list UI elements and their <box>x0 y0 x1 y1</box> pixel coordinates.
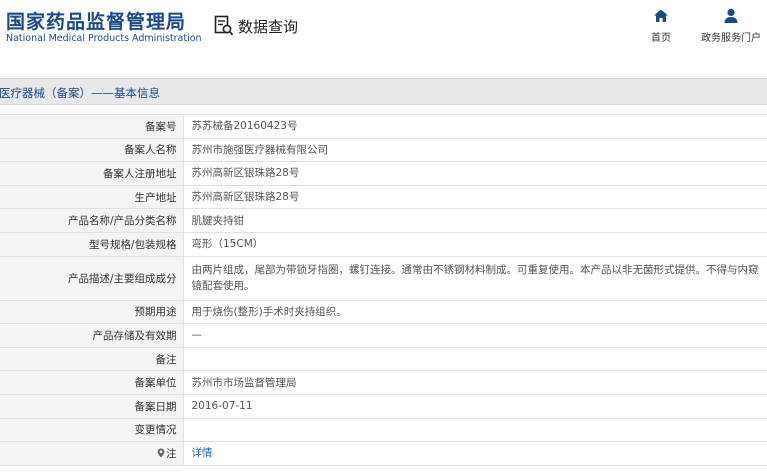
table-row: 产品存储及有效期 — <box>0 323 767 348</box>
field-label: 预期用途 <box>0 300 184 325</box>
data-query-link[interactable]: 数据查询 <box>214 14 298 38</box>
table-row: 备案日期 2016-07-11 <box>0 394 767 419</box>
field-value: 苏州市市场监督管理局 <box>183 370 767 395</box>
table-row: 备案单位 苏州市市场监督管理局 <box>0 370 767 395</box>
field-label: 备案日期 <box>0 394 184 419</box>
field-value: 苏州高新区银珠路28号 <box>183 161 767 186</box>
table-row: 产品描述/主要组成成分 由两片组成，尾部为带锁牙指圈，螺钉连接。通常由不锈钢材料… <box>0 256 767 301</box>
field-value: 弯形（15CM） <box>183 232 767 257</box>
table-row: 备案号 苏苏械备20160423号 <box>0 114 767 139</box>
field-label: 备案人名称 <box>0 138 184 163</box>
data-query-label: 数据查询 <box>238 17 299 36</box>
field-value: 苏州高新区银珠路28号 <box>183 185 767 210</box>
field-value: 肌腱夹持钳 <box>183 208 767 233</box>
table-row: 备注 <box>0 347 767 372</box>
detail-link[interactable]: 详情 <box>192 447 213 459</box>
field-label: 注 <box>166 447 177 460</box>
field-label: 备案号 <box>0 114 184 139</box>
field-value: 苏州市施强医疗器械有限公司 <box>183 138 767 163</box>
note-label-cell: 注 <box>0 441 184 466</box>
field-value: 用于烧伤(整形)手术时夹持组织。 <box>183 300 767 325</box>
table-row: 备案人名称 苏州市施强医疗器械有限公司 <box>0 138 767 163</box>
document-search-icon <box>214 15 234 36</box>
table-row: 备案人注册地址 苏州高新区银珠路28号 <box>0 161 767 186</box>
table-row: 生产地址 苏州高新区银珠路28号 <box>0 185 767 210</box>
field-label: 产品存储及有效期 <box>0 323 184 348</box>
nav-gov-label: 政务服务门户 <box>701 33 761 44</box>
field-label: 备案单位 <box>0 370 184 395</box>
record-info-table: 备案号 苏苏械备20160423号 备案人名称 苏州市施强医疗器械有限公司 备案… <box>0 114 767 466</box>
field-label: 备案人注册地址 <box>0 161 184 186</box>
field-label: 生产地址 <box>0 185 184 210</box>
location-pin-icon <box>157 448 165 458</box>
logo-title-en[interactable]: National Medical Products Administration <box>6 33 202 44</box>
site-header: 国家药品监督管理局 National Medical Products Admi… <box>0 0 767 68</box>
table-row: 产品名称/产品分类名称 肌腱夹持钳 <box>0 208 767 233</box>
field-value: 详情 <box>183 441 767 466</box>
field-value <box>183 418 767 443</box>
user-icon <box>724 8 738 23</box>
nav-gov-service-portal[interactable]: 政务服务门户 <box>700 8 762 44</box>
home-icon <box>654 9 668 22</box>
field-value: 苏苏械备20160423号 <box>183 114 767 139</box>
nav-home[interactable]: 首页 <box>648 8 674 44</box>
page-title: 医疗器械（备案）——基本信息 <box>0 86 160 100</box>
field-value: 2016-07-11 <box>183 394 767 419</box>
field-label: 产品名称/产品分类名称 <box>0 208 184 233</box>
field-value <box>183 347 767 372</box>
field-label: 产品描述/主要组成成分 <box>0 256 184 301</box>
field-value: — <box>183 323 767 348</box>
table-row: 预期用途 用于烧伤(整形)手术时夹持组织。 <box>0 300 767 325</box>
table-row: 型号规格/包装规格 弯形（15CM） <box>0 232 767 257</box>
table-row: 变更情况 <box>0 418 767 443</box>
field-label: 备注 <box>0 347 184 372</box>
table-row: 注 详情 <box>0 441 767 466</box>
field-value: 由两片组成，尾部为带锁牙指圈，螺钉连接。通常由不锈钢材料制成。可重复使用。本产品… <box>183 256 767 301</box>
nav-home-label: 首页 <box>651 33 671 44</box>
field-label: 变更情况 <box>0 418 184 443</box>
section-title-bar: 医疗器械（备案）——基本信息 <box>0 78 767 105</box>
field-label: 型号规格/包装规格 <box>0 232 184 257</box>
logo-title-cn[interactable]: 国家药品监督管理局 <box>6 7 186 34</box>
